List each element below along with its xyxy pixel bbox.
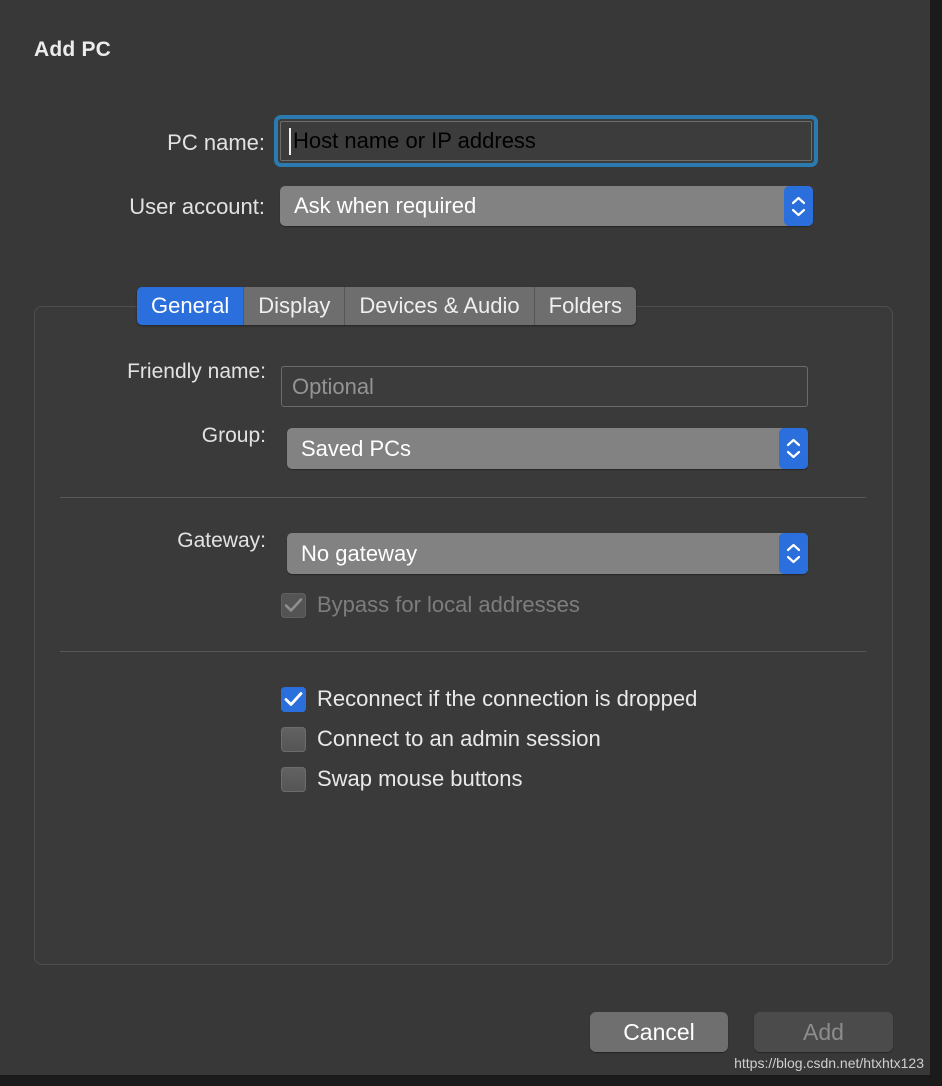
user-account-value: Ask when required: [294, 193, 476, 219]
tab-display[interactable]: Display: [244, 287, 345, 325]
chevron-up-icon: [786, 543, 801, 552]
text-caret: [289, 128, 291, 155]
page-title: Add PC: [34, 38, 111, 62]
checkbox-box: [281, 687, 306, 712]
group-select[interactable]: Saved PCs: [287, 428, 808, 469]
group-label: Group:: [41, 424, 266, 448]
chevron-up-icon: [791, 196, 806, 205]
chevron-down-icon: [791, 208, 806, 217]
user-account-label: User account:: [40, 194, 265, 220]
pc-name-input[interactable]: Host name or IP address: [280, 121, 812, 161]
chevron-down-icon: [786, 555, 801, 564]
bypass-local-addresses-checkbox: Bypass for local addresses: [281, 592, 580, 618]
friendly-name-label: Friendly name:: [41, 360, 266, 384]
friendly-name-placeholder: Optional: [292, 374, 374, 400]
add-button: Add: [754, 1012, 893, 1052]
tab-devices-audio[interactable]: Devices & Audio: [345, 287, 534, 325]
tab-folders[interactable]: Folders: [535, 287, 636, 325]
general-tab-panel: Friendly name: Optional Group: Saved PCs…: [34, 306, 893, 965]
gateway-stepper[interactable]: [779, 533, 808, 574]
divider-1: [60, 497, 866, 498]
gateway-value: No gateway: [301, 541, 417, 567]
checkmark-icon: [284, 597, 303, 614]
watermark-text: https://blog.csdn.net/htxhtx123: [734, 1055, 924, 1071]
swap-mouse-buttons-checkbox[interactable]: Swap mouse buttons: [281, 766, 522, 792]
checkbox-box: [281, 767, 306, 792]
admin-session-label: Connect to an admin session: [317, 726, 601, 752]
pc-name-label: PC name:: [40, 130, 265, 156]
pc-name-focus-ring: Host name or IP address: [274, 115, 818, 167]
reconnect-checkbox[interactable]: Reconnect if the connection is dropped: [281, 686, 697, 712]
reconnect-label: Reconnect if the connection is dropped: [317, 686, 697, 712]
chevron-down-icon: [786, 450, 801, 459]
pc-name-placeholder: Host name or IP address: [293, 128, 536, 154]
group-value: Saved PCs: [301, 436, 411, 462]
group-stepper[interactable]: [779, 428, 808, 469]
checkbox-box: [281, 593, 306, 618]
tab-general[interactable]: General: [137, 287, 244, 325]
user-account-select[interactable]: Ask when required: [280, 186, 813, 226]
add-pc-dialog: Add PC PC name: Host name or IP address …: [0, 0, 932, 1077]
swap-mouse-label: Swap mouse buttons: [317, 766, 522, 792]
chevron-up-icon: [786, 438, 801, 447]
bypass-label: Bypass for local addresses: [317, 592, 580, 618]
cancel-button[interactable]: Cancel: [590, 1012, 728, 1052]
friendly-name-input[interactable]: Optional: [281, 366, 808, 407]
gateway-label: Gateway:: [41, 529, 266, 553]
settings-tabs: General Display Devices & Audio Folders: [137, 287, 636, 325]
checkbox-box: [281, 727, 306, 752]
user-account-stepper[interactable]: [784, 186, 813, 226]
admin-session-checkbox[interactable]: Connect to an admin session: [281, 726, 601, 752]
divider-2: [60, 651, 866, 652]
checkmark-icon: [284, 691, 303, 708]
gateway-select[interactable]: No gateway: [287, 533, 808, 574]
